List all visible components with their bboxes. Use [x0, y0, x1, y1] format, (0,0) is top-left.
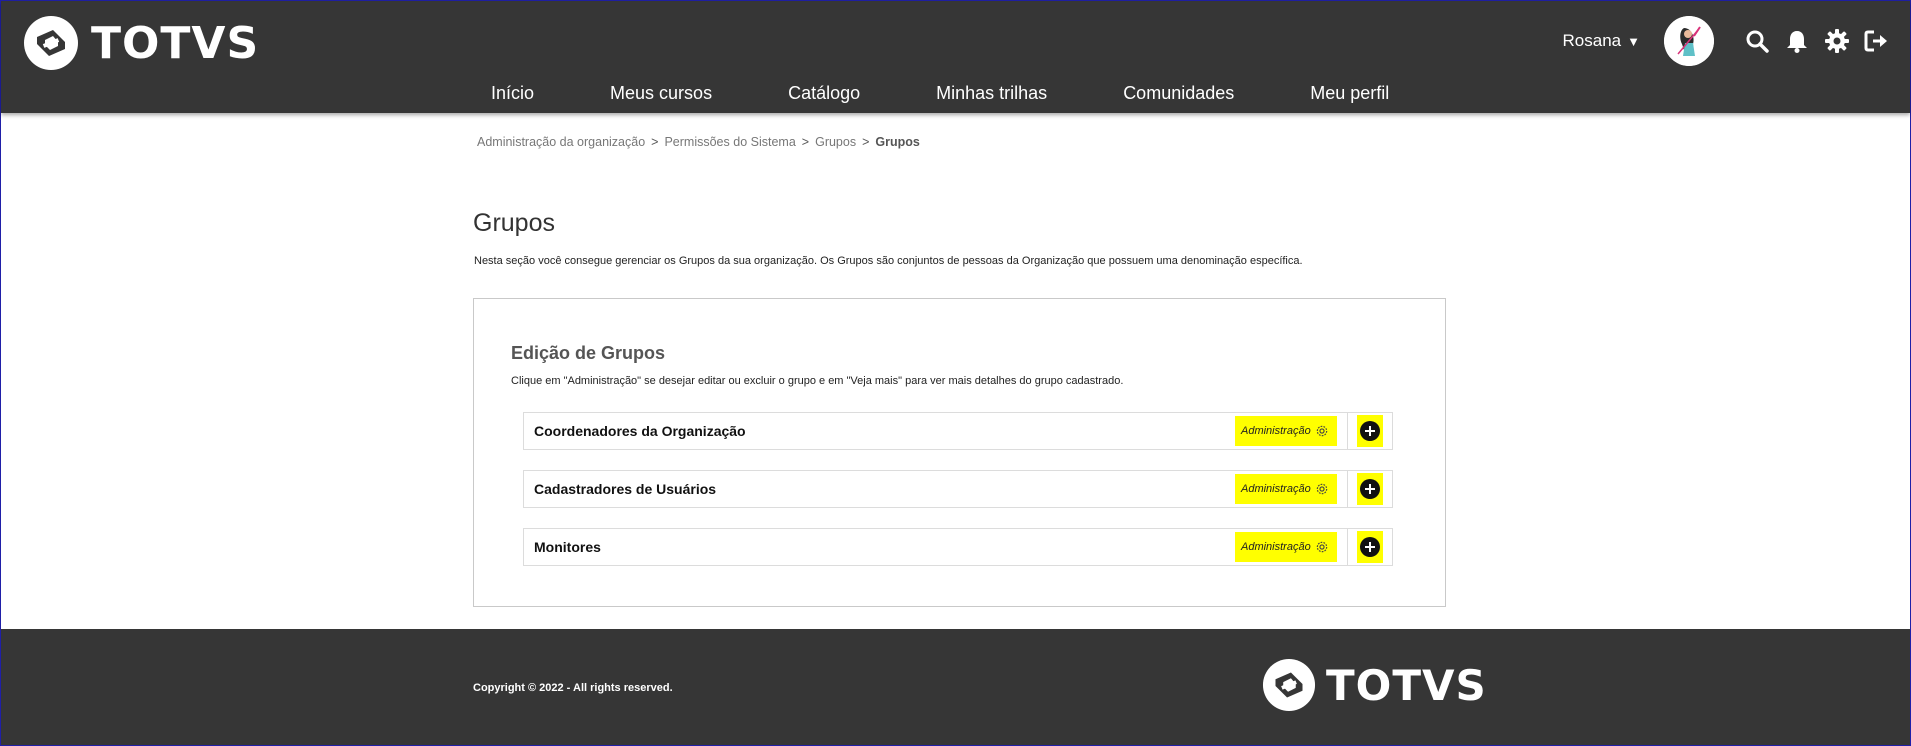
administration-label: Administração — [1241, 483, 1311, 495]
avatar-illustration — [1664, 16, 1714, 66]
see-more-cell — [1348, 529, 1392, 565]
administration-button[interactable]: Administração — [1235, 416, 1337, 446]
user-menu[interactable]: Rosana ▼ — [1563, 31, 1640, 51]
nav-item-comunidades[interactable]: Comunidades — [1123, 83, 1234, 104]
gear-icon — [1316, 541, 1328, 553]
see-more-cell — [1348, 471, 1392, 507]
group-row: Monitores Administração — [523, 528, 1393, 566]
administration-label: Administração — [1241, 425, 1311, 437]
breadcrumb: Administração da organização > Permissõe… — [477, 135, 920, 149]
administration-label: Administração — [1241, 541, 1311, 553]
gear-icon — [1316, 425, 1328, 437]
footer: Copyright © 2022 - All rights reserved. … — [1, 629, 1910, 745]
nav-item-minhas-trilhas[interactable]: Minhas trilhas — [936, 83, 1047, 104]
group-row: Cadastradores de Usuários Administração — [523, 470, 1393, 508]
breadcrumb-item-admin-org[interactable]: Administração da organização — [477, 135, 645, 149]
breadcrumb-item-grupos[interactable]: Grupos — [815, 135, 856, 149]
nav-item-catalogo[interactable]: Catálogo — [788, 83, 860, 104]
see-more-button[interactable] — [1357, 415, 1383, 447]
user-name-label: Rosana — [1562, 31, 1622, 50]
nav-item-inicio[interactable]: Início — [491, 83, 534, 104]
page-title: Grupos — [473, 209, 555, 237]
totvs-logo[interactable]: TOTVS — [23, 15, 259, 71]
group-name: Coordenadores da Organização — [534, 423, 746, 439]
footer-logo-text: TOTVS — [1326, 660, 1487, 710]
group-row: Coordenadores da Organização Administraç… — [523, 412, 1393, 450]
breadcrumb-item-permissoes[interactable]: Permissões do Sistema — [664, 135, 795, 149]
nav-item-meu-perfil[interactable]: Meu perfil — [1310, 83, 1389, 104]
plus-circle-icon — [1360, 479, 1380, 499]
breadcrumb-separator: > — [651, 135, 659, 149]
breadcrumb-separator: > — [862, 135, 870, 149]
footer-totvs-logo: TOTVS — [1262, 658, 1487, 712]
logout-icon[interactable] — [1862, 26, 1892, 56]
search-icon[interactable] — [1742, 26, 1772, 56]
card-description: Clique em "Administração" se desejar edi… — [511, 375, 1124, 387]
group-name: Monitores — [534, 539, 601, 555]
see-more-button[interactable] — [1357, 473, 1383, 505]
user-area: Rosana ▼ — [1563, 15, 1892, 67]
plus-circle-icon — [1360, 537, 1380, 557]
page-description: Nesta seção você consegue gerenciar os G… — [474, 255, 1303, 267]
caret-down-icon: ▼ — [1627, 33, 1640, 49]
groups-card: Edição de Grupos Clique em "Administraçã… — [473, 298, 1446, 607]
breadcrumb-separator: > — [801, 135, 810, 149]
avatar[interactable] — [1664, 16, 1714, 66]
totvs-logo-icon — [24, 16, 78, 70]
gear-icon[interactable] — [1822, 26, 1852, 56]
see-more-cell — [1348, 413, 1392, 449]
breadcrumb-current: Grupos — [875, 135, 920, 149]
see-more-button[interactable] — [1357, 531, 1383, 563]
nav-item-meus-cursos[interactable]: Meus cursos — [610, 83, 712, 104]
copyright-text: Copyright © 2022 - All rights reserved. — [473, 682, 673, 694]
administration-button[interactable]: Administração — [1235, 474, 1337, 504]
group-name: Cadastradores de Usuários — [534, 481, 717, 497]
bell-icon[interactable] — [1782, 26, 1812, 56]
administration-button[interactable]: Administração — [1235, 532, 1337, 562]
top-header: TOTVS Rosana ▼ Início Meus cursos Catálo… — [1, 1, 1910, 113]
gear-icon — [1316, 483, 1328, 495]
card-title: Edição de Grupos — [511, 343, 666, 363]
logo-text: TOTVS — [91, 17, 260, 69]
main-nav: Início Meus cursos Catálogo Minhas trilh… — [491, 79, 1389, 107]
plus-circle-icon — [1360, 421, 1380, 441]
totvs-logo-icon — [1262, 658, 1316, 712]
